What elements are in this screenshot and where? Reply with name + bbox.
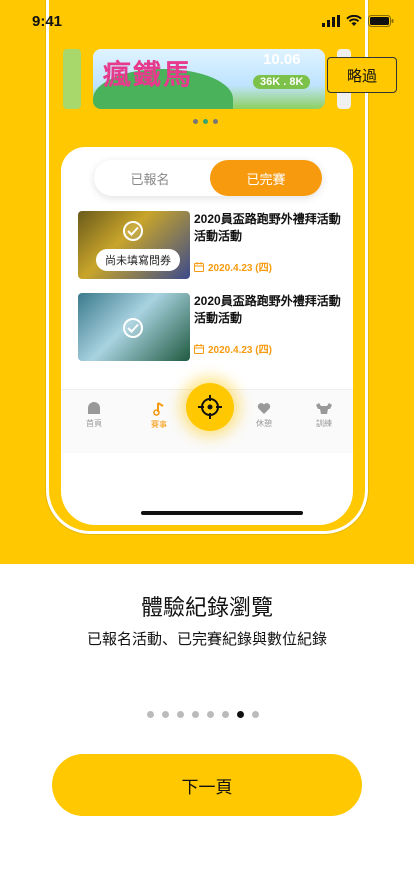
content-panel: 已報名 已完賽 尚未填寫問券 2020員盃路跑野外禮拜活動活動活動 2020.4…	[61, 147, 353, 525]
tab-rest[interactable]: 休憩	[244, 402, 284, 429]
phone-mockup: 瘋鐵馬 10.06 36K . 8K 已報名 已完賽 尚未填寫問券 2020員盃…	[46, 0, 368, 534]
home-indicator	[141, 511, 303, 515]
banner-distances: 36K . 8K	[253, 75, 311, 89]
event-thumbnail: 尚未填寫問券	[78, 211, 190, 279]
banner-carousel-dots	[193, 119, 218, 124]
banner-title: 瘋鐵馬	[103, 58, 194, 91]
tab-completed[interactable]: 已完賽	[210, 160, 322, 196]
tab-label: 首頁	[86, 419, 102, 428]
onboarding-subtitle: 已報名活動、已完賽紀錄與數位紀錄	[87, 631, 328, 648]
tab-home[interactable]: 首頁	[74, 402, 114, 429]
phone-screen: 瘋鐵馬 10.06 36K . 8K 已報名 已完賽 尚未填寫問券 2020員盃…	[61, 0, 353, 525]
wifi-icon	[346, 15, 362, 26]
onboarding-title: 體驗紀錄瀏覽	[140, 595, 273, 620]
page-dot	[222, 711, 229, 718]
page-dot	[192, 711, 199, 718]
event-date-text: 2020.4.23 (四)	[208, 263, 272, 274]
calendar-icon	[194, 261, 204, 272]
event-card[interactable]: 尚未填寫問券 2020員盃路跑野外禮拜活動活動活動 2020.4.23 (四)	[78, 211, 348, 281]
calendar-icon	[194, 343, 204, 354]
event-card[interactable]: 2020員盃路跑野外禮拜活動活動活動 2020.4.23 (四)	[78, 293, 348, 363]
event-banner: 瘋鐵馬 10.06 36K . 8K	[93, 49, 325, 109]
page-dot	[147, 711, 154, 718]
page-dot-active	[237, 711, 244, 718]
event-date: 2020.4.23 (四)	[194, 259, 272, 274]
page-dot	[177, 711, 184, 718]
battery-icon	[368, 15, 394, 27]
page-dot	[207, 711, 214, 718]
banner-prev-peek	[63, 49, 81, 109]
event-date-text: 2020.4.23 (四)	[208, 345, 272, 356]
music-note-icon	[153, 402, 164, 416]
event-thumbnail	[78, 293, 190, 361]
onboarding-page-indicator	[147, 711, 259, 718]
page-dot	[162, 711, 169, 718]
tab-training[interactable]: 訓練	[304, 402, 344, 429]
tab-label: 賽事	[151, 420, 167, 429]
home-icon	[88, 402, 100, 414]
page-dot	[252, 711, 259, 718]
banner-date: 10.06	[263, 51, 301, 68]
dumbbell-icon	[316, 403, 332, 414]
heart-icon	[257, 403, 271, 414]
skip-button[interactable]: 略過	[327, 57, 397, 93]
event-title: 2020員盃路跑野外禮拜活動活動活動	[194, 212, 341, 243]
hero-illustration: 9:41 瘋鐵馬 10.06 36K . 8K 已報名 已完賽 尚未填寫問券 2…	[0, 0, 414, 564]
signal-icon	[322, 15, 340, 27]
carousel-dot-active	[203, 119, 208, 124]
next-page-button[interactable]: 下一頁	[52, 754, 362, 816]
status-time: 9:41	[32, 13, 63, 30]
tab-events[interactable]: 賽事	[139, 402, 179, 430]
crosshair-icon	[198, 395, 222, 419]
tab-registered[interactable]: 已報名	[94, 160, 206, 196]
status-bar: 9:41	[0, 0, 414, 44]
event-title: 2020員盃路跑野外禮拜活動活動活動	[194, 294, 341, 325]
locate-fab[interactable]	[186, 383, 234, 431]
status-segmented-control: 已報名 已完賽	[94, 160, 322, 196]
event-date: 2020.4.23 (四)	[194, 341, 272, 356]
tab-label: 訓練	[316, 419, 332, 428]
tab-label: 休憩	[256, 419, 272, 428]
status-icons	[322, 15, 394, 27]
carousel-dot	[213, 119, 218, 124]
check-icon	[123, 318, 143, 338]
check-icon	[123, 221, 143, 241]
carousel-dot	[193, 119, 198, 124]
survey-pending-badge[interactable]: 尚未填寫問券	[96, 249, 180, 271]
